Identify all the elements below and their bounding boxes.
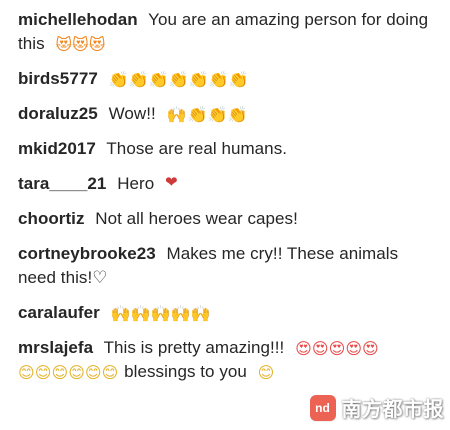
comment-item: tara____21 Hero ❤ bbox=[18, 172, 438, 196]
comment-text: Wow!! bbox=[108, 104, 156, 123]
comment-text: Those are real humans. bbox=[106, 139, 288, 158]
comment-text: blessings to you bbox=[124, 362, 247, 381]
comment-item: cortneybrooke23 Makes me cry!! These ani… bbox=[18, 242, 438, 290]
comment-item: michellehodan You are an amazing person … bbox=[18, 8, 438, 56]
clapping-hands-icon: 👏👏👏 bbox=[187, 105, 248, 124]
brand-text: 南方都市报 bbox=[341, 397, 444, 421]
comment-item: doraluz25 Wow!! 🙌👏👏👏 bbox=[18, 102, 438, 126]
comment-username[interactable]: michellehodan bbox=[18, 10, 138, 29]
smiling-face-icon: 😊 bbox=[257, 363, 275, 382]
comment-username[interactable]: tara____21 bbox=[18, 174, 106, 193]
raising-hands-icon: 🙌 bbox=[166, 105, 187, 124]
comment-text: This is pretty amazing!!! bbox=[103, 338, 285, 357]
cat-face-icon: 😻😻😻 bbox=[55, 35, 106, 54]
brand-logo: nd bbox=[309, 394, 336, 421]
heart-icon: ❤ bbox=[165, 173, 178, 191]
comment-username[interactable]: choortiz bbox=[18, 209, 85, 228]
raising-hands-icon: 🙌🙌🙌🙌🙌 bbox=[110, 304, 211, 323]
source-watermark: nd 南方都市报 bbox=[309, 393, 445, 422]
comment-item: choortiz Not all heroes wear capes! bbox=[18, 207, 438, 231]
comment-username[interactable]: doraluz25 bbox=[18, 104, 98, 123]
comment-username[interactable]: mrslajefa bbox=[18, 338, 93, 357]
comment-username[interactable]: caralaufer bbox=[18, 303, 100, 322]
smiling-face-icon: 😊😊😊😊😊😊 bbox=[18, 363, 119, 382]
comment-item: birds5777 👏👏👏👏👏👏👏 bbox=[18, 67, 438, 91]
comment-username[interactable]: birds5777 bbox=[18, 69, 98, 88]
clapping-hands-icon: 👏👏👏👏👏👏👏 bbox=[108, 70, 249, 89]
heart-eyes-icon: 😍😍😍😍😍 bbox=[295, 339, 379, 358]
comment-item: mrslajefa This is pretty amazing!!! 😍😍😍😍… bbox=[18, 336, 438, 384]
comment-text: Hero bbox=[117, 174, 155, 193]
comment-username[interactable]: cortneybrooke23 bbox=[18, 244, 156, 263]
comment-username[interactable]: mkid2017 bbox=[18, 139, 96, 158]
comment-item: mkid2017 Those are real humans. bbox=[18, 137, 438, 161]
comment-item: caralaufer 🙌🙌🙌🙌🙌 bbox=[18, 301, 438, 325]
comment-text: Not all heroes wear capes! bbox=[95, 209, 298, 228]
comment-list: michellehodan You are an amazing person … bbox=[18, 8, 438, 395]
